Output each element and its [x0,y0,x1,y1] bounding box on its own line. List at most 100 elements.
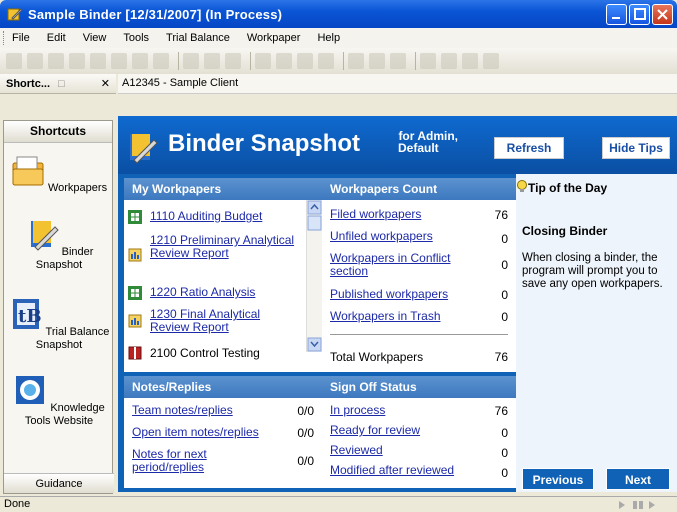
edit-icon[interactable] [183,53,199,69]
snapshot-for: for Admin, Default [382,130,458,154]
move-up-icon[interactable] [348,53,364,69]
move-down-icon[interactable] [369,53,385,69]
pane-close-icon[interactable]: ✕ [101,77,110,90]
notes-icon[interactable] [420,53,436,69]
menu-view[interactable]: View [83,32,107,44]
toolbar-separator [343,52,344,70]
close-icon [657,9,668,20]
tip-heading: Closing Binder [522,224,608,238]
status-text: Done [4,498,31,510]
pane-title: Shortc... [6,77,51,90]
unfiled-workpapers-link[interactable]: Unfiled workpapers [330,230,433,243]
print-preview-icon[interactable] [225,53,241,69]
filed-workpapers-count: 76 [494,208,508,222]
shortcut-knowledge-tools[interactable]: Knowledge Tools Website [4,373,114,428]
check-icon[interactable] [390,53,406,69]
refresh-button[interactable]: Refresh [494,137,564,159]
guidance-button[interactable]: Guidance [4,473,114,493]
next-period-notes-link[interactable]: Notes for next period/replies [132,448,252,474]
conflict-workpapers-count: 0 [501,258,508,272]
minimize-button[interactable] [606,4,627,25]
binder-snapshot-icon [30,221,59,251]
modified-after-reviewed-link[interactable]: Modified after reviewed [330,464,454,477]
trial-balance-icon: tB [12,299,42,329]
menu-file[interactable]: File [12,32,30,44]
shortcut-workpapers[interactable]: Workpapers [4,153,114,195]
menu-edit[interactable]: Edit [47,32,66,44]
status-bar: Done [0,496,677,512]
spreadsheet-icon [128,286,142,300]
menu-trial-balance[interactable]: Trial Balance [166,32,230,44]
team-notes-count: 0/0 [297,404,314,418]
lock-icon[interactable] [441,53,457,69]
settings-icon[interactable] [111,53,127,69]
filed-workpapers-link[interactable]: Filed workpapers [330,208,421,221]
client-tab[interactable]: A12345 - Sample Client [118,74,677,94]
workpapers-count-header: Workpapers Count [322,178,516,200]
menu-grip [3,31,6,45]
properties-icon[interactable] [318,53,334,69]
lightbulb-icon [517,180,527,192]
for-line-2: Default [398,141,439,155]
new-icon[interactable] [6,53,22,69]
open-item-notes-link[interactable]: Open item notes/replies [132,426,259,439]
in-process-link[interactable]: In process [330,404,385,417]
total-workpapers-label: Total Workpapers [330,350,424,364]
workpaper-link[interactable]: 1110 Auditing Budget [150,210,302,223]
title-bar: Sample Binder [12/31/2007] (In Process) [0,0,677,28]
shortcut-trial-balance-snapshot[interactable]: tB Trial Balance Snapshot [4,297,114,352]
conflict-workpapers-link[interactable]: Workpapers in Conflict section [330,252,470,278]
workpapers-count-panel: Workpapers Count Filed workpapers 76 Unf… [322,178,516,372]
copy-icon[interactable] [276,53,292,69]
print-icon[interactable] [69,53,85,69]
next-period-notes-count: 0/0 [297,454,314,468]
export-icon[interactable] [153,53,169,69]
cut-icon[interactable] [255,53,271,69]
tip-title: Tip of the Day [528,181,608,195]
next-tip-button[interactable]: Next [606,468,670,490]
shortcut-binder-snapshot[interactable]: Binder Snapshot [4,217,114,272]
scrollbar-arrows-icon [307,200,322,352]
shortcuts-title: Shortcuts [4,121,112,143]
my-workpapers-panel: My Workpapers 1110 Auditing Budget 1210 … [124,178,322,372]
workpaper-link[interactable]: 1210 Preliminary Analytical Review Repor… [150,234,302,260]
shortcuts-pane-header: Shortc... □ ✕ [0,74,116,94]
paste-icon[interactable] [297,53,313,69]
menu-tools[interactable]: Tools [123,32,149,44]
pane-pin-icon[interactable]: □ [58,78,65,90]
workpaper-label[interactable]: 2100 Control Testing [150,346,302,360]
modified-after-reviewed-count: 0 [501,466,508,480]
close-button[interactable] [652,4,673,25]
snapshot-title: Binder Snapshot [168,130,361,157]
trash-workpapers-link[interactable]: Workpapers in Trash [330,310,441,323]
svg-text:tB: tB [18,306,42,327]
menu-workpaper[interactable]: Workpaper [247,32,301,44]
workpapers-scrollbar[interactable] [306,200,322,352]
document-icon[interactable] [48,53,64,69]
previous-tip-button[interactable]: Previous [522,468,594,490]
unlock-icon[interactable] [462,53,478,69]
signoff-status-header: Sign Off Status [322,376,516,398]
trash-workpapers-count: 0 [501,310,508,324]
binder-snapshot-view: Binder Snapshot for Admin, Default Refre… [118,116,677,492]
maximize-button[interactable] [629,4,650,25]
workpaper-link[interactable]: 1230 Final Analytical Review Report [150,308,302,334]
binder-snapshot-icon [130,134,158,164]
toolbar-separator [178,52,179,70]
link-icon[interactable] [483,53,499,69]
published-workpapers-link[interactable]: Published workpapers [330,288,448,301]
navigation-arrows-icon[interactable] [617,500,669,510]
report-icon [128,314,142,328]
reviewed-link[interactable]: Reviewed [330,444,383,457]
workpaper-link[interactable]: 1220 Ratio Analysis [150,286,302,299]
hide-tips-button[interactable]: Hide Tips [602,137,670,159]
open-icon[interactable] [27,53,43,69]
tip-of-the-day-panel: Tip of the Day Closing Binder When closi… [516,174,677,492]
team-notes-link[interactable]: Team notes/replies [132,404,233,417]
binder-icon[interactable] [90,53,106,69]
refresh-icon[interactable] [132,53,148,69]
ready-for-review-link[interactable]: Ready for review [330,424,420,437]
binder-app-icon [7,8,23,21]
signoff-icon[interactable] [204,53,220,69]
menu-help[interactable]: Help [317,32,340,44]
